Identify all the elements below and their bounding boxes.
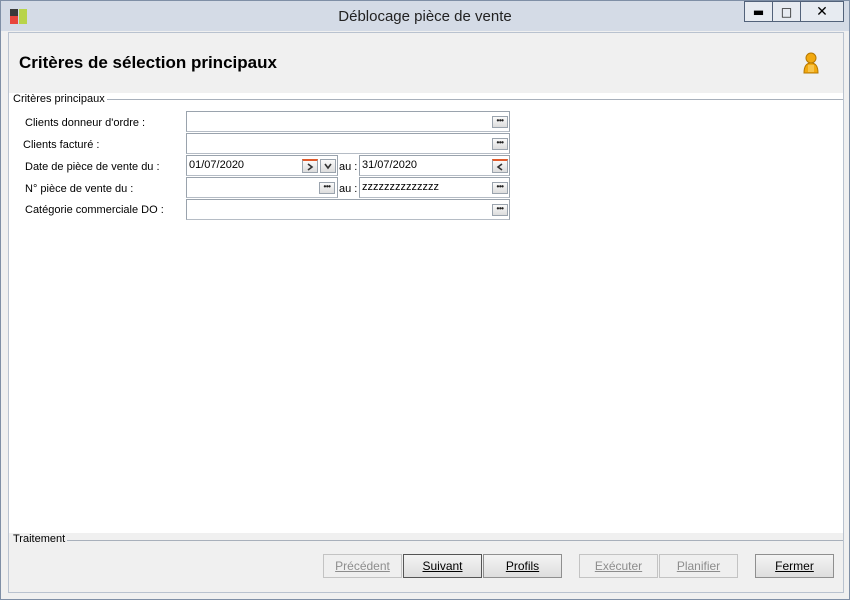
chevron-left-icon <box>496 162 503 171</box>
next-button[interactable]: Suivant <box>403 554 482 578</box>
label-clients-donneur: Clients donneur d'ordre : <box>25 117 146 129</box>
numero-from-input[interactable] <box>186 177 338 198</box>
schedule-button[interactable]: Planifier <box>659 554 738 578</box>
clients-facture-input[interactable] <box>186 133 510 154</box>
chevron-down-icon <box>324 163 332 170</box>
user-icon[interactable] <box>802 52 820 74</box>
categorie-commerciale-input[interactable] <box>186 199 510 220</box>
close-button[interactable]: Fermer <box>755 554 834 578</box>
ellipsis-icon: ••• <box>496 181 504 191</box>
treatment-group-caption: Traitement <box>11 533 68 545</box>
minimize-button[interactable]: ▬ <box>744 1 773 22</box>
clients-facture-lookup-button[interactable]: ••• <box>492 138 508 150</box>
date-to-prev-button[interactable] <box>492 159 508 173</box>
label-categorie-commerciale: Catégorie commerciale DO : <box>25 204 164 216</box>
close-label: Fermer <box>775 559 814 573</box>
categorie-commerciale-lookup-button[interactable]: ••• <box>492 204 508 216</box>
treatment-group-line <box>65 540 843 541</box>
execute-label: Exécuter <box>594 559 643 573</box>
page-title: Critères de sélection principaux <box>19 53 277 72</box>
clients-donneur-lookup-button[interactable]: ••• <box>492 116 508 128</box>
date-from-next-button[interactable] <box>302 159 318 173</box>
maximize-button[interactable]: □ <box>772 1 801 22</box>
label-numero-to: au : <box>339 183 358 195</box>
previous-button[interactable]: Précédent <box>323 554 402 578</box>
label-date-piece: Date de pièce de vente du : <box>25 161 160 173</box>
ellipsis-icon: ••• <box>496 115 504 125</box>
close-icon: ✕ <box>816 3 828 20</box>
label-date-to: au : <box>339 161 358 173</box>
minimize-icon: ▬ <box>752 4 765 19</box>
profiles-button[interactable]: Profils <box>483 554 562 578</box>
execute-button[interactable]: Exécuter <box>579 554 658 578</box>
criteria-group-line <box>103 99 843 100</box>
numero-to-lookup-button[interactable]: ••• <box>492 182 508 194</box>
maximize-icon: □ <box>780 4 793 19</box>
chevron-right-icon <box>307 162 314 171</box>
close-window-button[interactable]: ✕ <box>800 1 844 22</box>
criteria-group-caption: Critères principaux <box>11 93 107 105</box>
clients-donneur-input[interactable] <box>186 111 510 132</box>
title-bar: Déblocage pièce de vente ▬ □ ✕ <box>1 1 849 31</box>
ellipsis-icon: ••• <box>496 203 504 213</box>
dialog-content: Critères de sélection principaux Critère… <box>8 32 844 593</box>
numero-from-lookup-button[interactable]: ••• <box>319 182 335 194</box>
previous-label: Précédent <box>335 559 390 573</box>
schedule-label: Planifier <box>676 559 721 573</box>
next-label: Suivant <box>422 559 463 573</box>
date-to-input[interactable]: 31/07/2020 <box>359 155 510 176</box>
numero-to-input[interactable]: zzzzzzzzzzzzzz <box>359 177 510 198</box>
label-clients-facture: Clients facturé : <box>23 139 100 151</box>
date-from-dropdown-button[interactable] <box>320 159 336 173</box>
profiles-label: Profils <box>505 559 540 573</box>
header-band: Critères de sélection principaux <box>9 33 843 93</box>
ellipsis-icon: ••• <box>323 181 331 191</box>
main-window: Déblocage pièce de vente ▬ □ ✕ Critères … <box>0 0 850 600</box>
ellipsis-icon: ••• <box>496 137 504 147</box>
label-numero-piece: N° pièce de vente du : <box>25 183 134 195</box>
window-title: Déblocage pièce de vente <box>338 8 512 25</box>
